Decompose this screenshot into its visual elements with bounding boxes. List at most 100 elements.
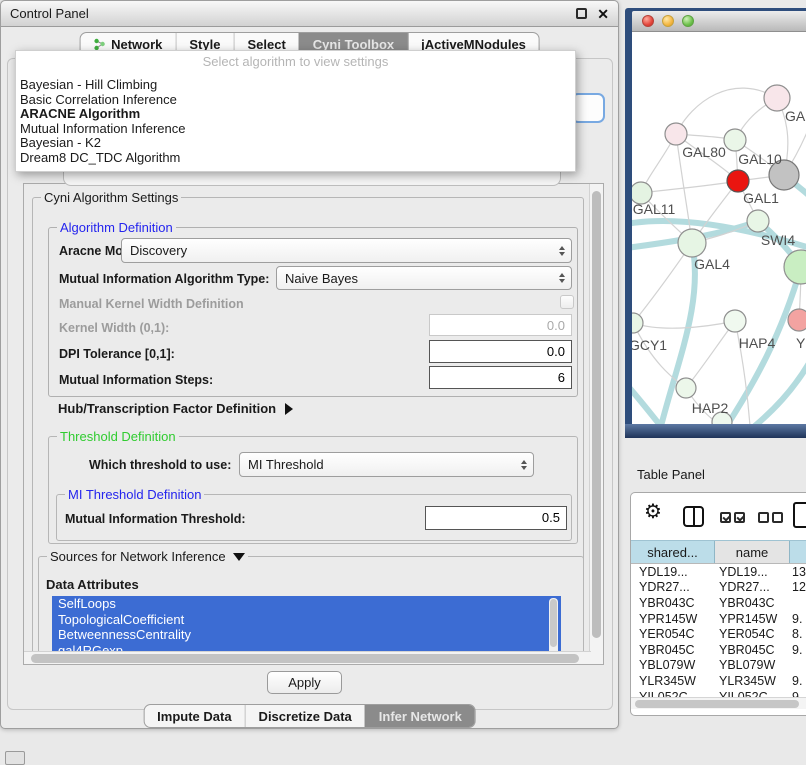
list-scrollbar [549, 598, 558, 655]
cell-shared-name: YIL052C [631, 690, 715, 697]
algorithm-dropdown-menu: Select algorithm to view settings Bayesi… [15, 50, 576, 172]
node-hap2[interactable] [676, 378, 696, 398]
settings-vertical-scrollbar [589, 184, 603, 665]
table-row[interactable]: YPR145WYPR145W9. [631, 611, 806, 627]
attribute-item-selected[interactable]: SelfLoops [52, 596, 561, 612]
cell-value: 9. [790, 643, 806, 657]
aracne-mode-combobox[interactable]: Discovery [121, 238, 572, 263]
group-title: Algorithm Definition [57, 220, 176, 235]
algorithm-menu-item[interactable]: Mutual Information Inference [20, 122, 575, 137]
cell-shared-name: YBR043C [631, 596, 715, 610]
algorithm-menu-item[interactable]: Dream8 DC_TDC Algorithm [20, 151, 575, 166]
hub-definition-expander[interactable]: Hub/Transcription Factor Definition [58, 401, 293, 416]
collapse-down-icon [233, 553, 245, 561]
algorithm-menu-item[interactable]: Bayesian - K2 [20, 136, 575, 151]
cell-value: 8. [790, 627, 806, 641]
stepper-arrows-icon [559, 273, 565, 283]
cell-shared-name: YPR145W [631, 612, 715, 626]
close-icon[interactable]: ✕ [597, 7, 609, 21]
which-threshold-combobox[interactable]: MI Threshold [239, 452, 534, 477]
node-label: HAP4 [739, 335, 776, 351]
combo-value: MI Threshold [248, 457, 324, 472]
node-gal4[interactable] [678, 229, 706, 257]
hub-definition-label: Hub/Transcription Factor Definition [58, 401, 276, 416]
tab-infer-network[interactable]: Infer Network [365, 705, 475, 727]
table-row[interactable]: YDL19...YDL19...13 [631, 564, 806, 580]
combo-value: Naive Bayes [285, 271, 358, 286]
table-panel: ⚙ shared... name YDL19...YDL19...13 YDR2… [630, 492, 806, 716]
split-columns-icon[interactable] [683, 506, 704, 527]
algorithm-menu-item-selected[interactable]: ARACNE Algorithm [20, 107, 575, 122]
node-salmon[interactable] [788, 309, 806, 331]
cyni-bottom-tabbar: Impute Data Discretize Data Infer Networ… [143, 704, 476, 728]
column-header-shared-name[interactable]: shared... [631, 541, 715, 563]
deselect-all-columns-icon[interactable] [758, 512, 783, 523]
cell-name: YER054C [715, 627, 790, 641]
vertical-scrollbar-thumb[interactable] [592, 191, 601, 638]
tab-label: Discretize Data [259, 709, 352, 724]
table-row[interactable]: YLR345WYLR345W9. [631, 673, 806, 689]
cell-name: YPR145W [715, 612, 790, 626]
node-label: GAL [785, 108, 806, 124]
checked-box-icon [720, 512, 731, 523]
algorithm-menu-item[interactable]: Basic Correlation Inference [20, 93, 575, 108]
algorithm-menu-item[interactable]: Bayesian - Hill Climbing [20, 78, 575, 93]
cell-name: YDR27... [715, 580, 790, 594]
node-gal80[interactable] [665, 123, 687, 145]
cell-shared-name: YDL19... [631, 565, 715, 579]
table-row[interactable]: YBR043CYBR043C [631, 595, 806, 611]
attribute-item-selected[interactable]: BetweennessCentrality [52, 627, 561, 643]
apply-button[interactable]: Apply [267, 671, 342, 694]
mi-steps-field[interactable]: 6 [429, 366, 572, 389]
gear-icon[interactable]: ⚙ [644, 502, 662, 522]
mi-steps-label: Mutual Information Steps: [59, 373, 213, 387]
attribute-item-selected[interactable]: TopologicalCoefficient [52, 612, 561, 628]
kernel-width-field[interactable]: 0.0 [429, 314, 572, 336]
cell-value: 9. [790, 612, 806, 626]
file-icon[interactable] [793, 502, 806, 528]
select-all-columns-icon[interactable] [720, 512, 745, 523]
node-gal10[interactable] [724, 129, 746, 151]
dpi-tolerance-label: DPI Tolerance [0,1]: [59, 347, 175, 361]
expand-right-icon [285, 403, 293, 415]
node-gal1-red[interactable] [727, 170, 749, 192]
cyni-algorithm-settings-group: Cyni Algorithm Settings Algorithm Defini… [32, 197, 584, 662]
table-row[interactable]: YBR045CYBR045C9. [631, 642, 806, 658]
list-scrollbar-thumb[interactable] [550, 599, 557, 647]
close-traffic-light-icon[interactable] [642, 15, 654, 27]
column-header-name[interactable]: name [715, 541, 790, 563]
node-hap4[interactable] [724, 310, 746, 332]
column-header-partial[interactable] [790, 541, 806, 563]
manual-kernel-width-checkbox[interactable] [560, 295, 574, 309]
node-label: GAL11 [633, 201, 676, 217]
tab-discretize-data[interactable]: Discretize Data [245, 705, 365, 727]
node-swi4[interactable] [747, 210, 769, 232]
stepper-arrows-icon [521, 460, 527, 470]
table-scrollbar-thumb[interactable] [635, 700, 799, 708]
cell-value: 9. [790, 690, 806, 697]
collapsed-panel-button[interactable] [5, 751, 25, 765]
unchecked-box-icon [772, 512, 783, 523]
network-canvas[interactable]: GAL GAL80 GAL10 GAL1 GAL11 SWI4 GAL4 GCY… [632, 32, 806, 424]
sources-expander[interactable]: Sources for Network Inference [47, 549, 248, 564]
manual-kernel-width-label: Manual Kernel Width Definition [59, 297, 244, 311]
table-row[interactable]: YIL052CYIL052C9. [631, 689, 806, 697]
table-row[interactable]: YBL079WYBL079W [631, 658, 806, 674]
mi-algorithm-type-combobox[interactable]: Naive Bayes [276, 266, 572, 290]
control-panel-titlebar: Control Panel ✕ [1, 1, 618, 27]
node-gcy1[interactable] [632, 313, 643, 333]
horizontal-scrollbar-thumb[interactable] [31, 654, 579, 663]
mi-threshold-field[interactable]: 0.5 [425, 506, 567, 530]
float-window-icon[interactable] [576, 8, 587, 19]
table-row[interactable]: YER054CYER054C8. [631, 626, 806, 642]
which-threshold-label: Which threshold to use: [89, 458, 231, 472]
node-big-green[interactable] [784, 250, 806, 284]
control-panel-window: Control Panel ✕ Network Style Select Cyn… [0, 0, 619, 729]
dpi-tolerance-field[interactable]: 0.0 [429, 340, 572, 363]
minimize-traffic-light-icon[interactable] [662, 15, 674, 27]
zoom-traffic-light-icon[interactable] [682, 15, 694, 27]
tab-impute-data[interactable]: Impute Data [144, 705, 244, 727]
cell-shared-name: YLR345W [631, 674, 715, 688]
table-row[interactable]: YDR27...YDR27...12 [631, 580, 806, 596]
sources-title: Sources for Network Inference [50, 549, 226, 564]
